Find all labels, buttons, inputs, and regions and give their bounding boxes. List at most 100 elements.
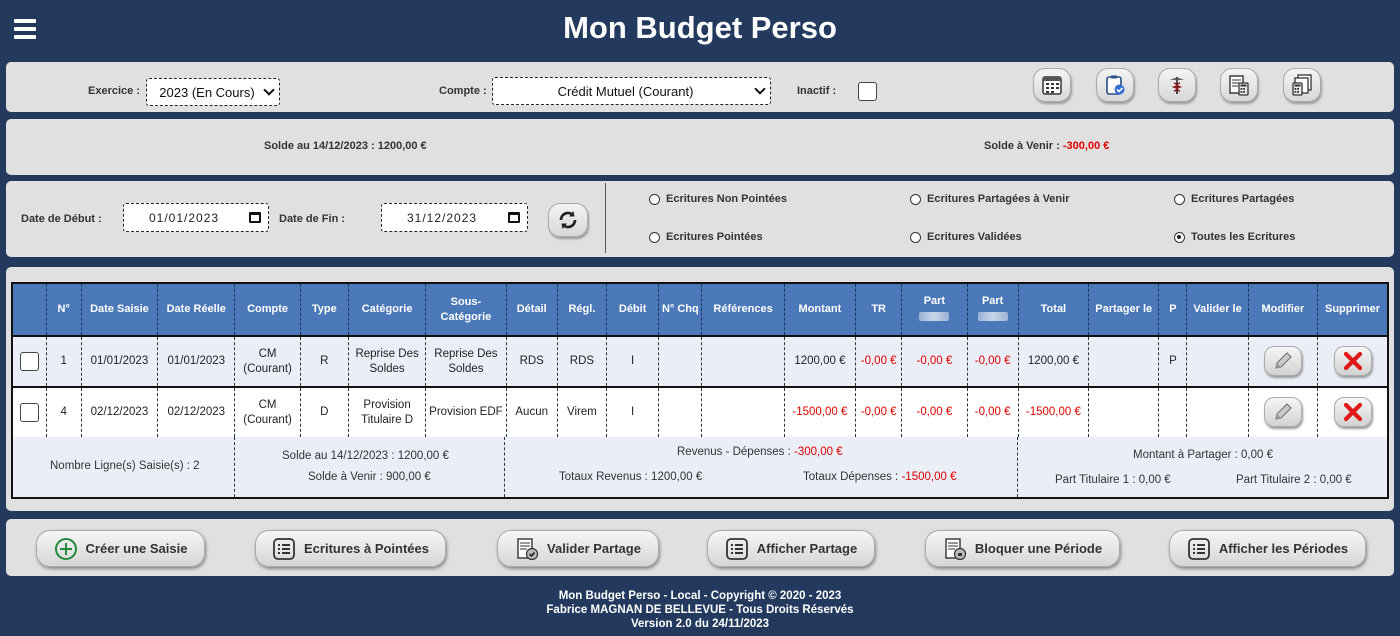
afficher-partage-label: Afficher Partage — [756, 541, 858, 556]
date-fin-input[interactable]: 31/12/2023 — [381, 203, 528, 232]
radio-toutes[interactable]: Toutes les Ecritures — [1174, 231, 1295, 243]
date-debut-input[interactable]: 01/01/2023 — [123, 203, 269, 232]
plus-circle-icon — [54, 537, 77, 560]
caduceus-button[interactable] — [1158, 68, 1196, 102]
cell-chq — [658, 387, 702, 439]
summary-nb-lignes: Nombre Ligne(s) Saisie(s) : 2 — [50, 460, 200, 472]
solde-a-venir-value: -300,00 € — [1062, 140, 1110, 152]
cell-valider-le — [1186, 336, 1249, 388]
radio-label: Ecritures Partagées — [1191, 193, 1295, 205]
summary-totaux-depenses-label: Totaux Dépenses : — [803, 471, 899, 483]
row-select-cell — [10, 387, 47, 439]
date-fin-label: Date de Fin : — [279, 213, 346, 225]
exercice-select[interactable]: 2023 (En Cours) — [146, 78, 280, 106]
delete-button[interactable] — [1333, 397, 1372, 427]
col-header-p: P — [1158, 282, 1187, 337]
date-debut-label: Date de Début : — [21, 213, 102, 225]
summary-totaux-depenses: Totaux Dépenses : -1500,00 € — [803, 471, 956, 483]
table-row: 4 02/12/2023 02/12/2023 CM (Courant) D P… — [10, 387, 1390, 439]
app-title: Mon Budget Perso — [563, 10, 837, 45]
table-row: 1 01/01/2023 01/01/2023 CM (Courant) R R… — [10, 336, 1390, 388]
summary-rev-dep-label: Revenus - Dépenses : — [677, 446, 791, 458]
compte-select[interactable]: Crédit Mutuel (Courant) — [492, 77, 771, 105]
edit-button[interactable] — [1263, 397, 1302, 427]
ecritures-pointees-button[interactable]: Ecritures à Pointées — [255, 530, 446, 567]
summary-part-titulaire-2: Part Titulaire 2 : 0,00 € — [1236, 474, 1352, 486]
date-fin-value: 31/12/2023 — [407, 210, 478, 225]
calendar-icon — [249, 212, 261, 223]
cell-supprimer — [1317, 336, 1390, 388]
caduceus-icon — [1170, 77, 1184, 94]
radio-label: Ecritures Pointées — [666, 231, 763, 243]
cell-date-saisie: 02/12/2023 — [80, 387, 158, 439]
cell-references — [701, 336, 785, 388]
radio-label: Ecritures Non Pointées — [666, 193, 788, 205]
col-header-num: N° — [45, 282, 82, 337]
col-header-compte: Compte — [234, 282, 301, 337]
summary-totaux-block: Revenus - Dépenses : -300,00 € Totaux Re… — [504, 437, 1017, 497]
cell-supprimer — [1317, 387, 1390, 439]
radio-dot — [910, 193, 921, 205]
afficher-periodes-button[interactable]: Afficher les Périodes — [1169, 530, 1366, 567]
cell-tr: -0,00 € — [855, 387, 902, 439]
footer-version: Version 2.0 du 24/11/2023 — [630, 618, 770, 630]
pencil-icon — [1275, 403, 1292, 420]
refresh-button[interactable] — [548, 203, 588, 237]
cell-detail: Aucun — [505, 387, 558, 439]
row-checkbox[interactable] — [19, 352, 39, 371]
calendar-button[interactable] — [1033, 68, 1071, 102]
inactif-checkbox[interactable] — [858, 82, 877, 101]
col-header-debit: Débit — [606, 282, 659, 337]
create-entry-button[interactable]: Créer une Saisie — [36, 530, 205, 567]
list-icon — [725, 537, 748, 560]
clipboard-check-icon — [1106, 75, 1125, 95]
col-header-detail: Détail — [505, 282, 558, 337]
radio-dot — [649, 231, 660, 243]
cell-chq — [658, 336, 702, 388]
close-icon — [1343, 402, 1362, 422]
radio-dot — [1174, 193, 1185, 205]
valider-partage-button[interactable]: Valider Partage — [497, 530, 659, 567]
col-header-tr: TR — [855, 282, 902, 337]
radio-validees[interactable]: Ecritures Validées — [910, 231, 1022, 243]
col-header-references: Références — [701, 282, 785, 337]
cell-compte: CM (Courant) — [234, 336, 301, 388]
clipboard-button[interactable] — [1096, 68, 1134, 102]
radio-dot-selected — [1174, 231, 1185, 243]
radio-dot — [649, 193, 660, 205]
balance-panel: Solde au 14/12/2023 : 1200,00 € Solde à … — [6, 119, 1394, 175]
list-icon — [273, 537, 295, 560]
close-icon — [1343, 351, 1362, 371]
calculator-stack-button[interactable] — [1283, 68, 1321, 102]
calculator-sheet-button[interactable] — [1220, 68, 1258, 102]
col-header-modifier: Modifier — [1247, 282, 1318, 337]
radio-non-pointees[interactable]: Ecritures Non Pointées — [649, 193, 787, 205]
part-2-label: Part — [981, 294, 1004, 307]
cell-categorie: Reprise Des Soldes — [347, 336, 426, 388]
calendar-icon — [508, 212, 520, 223]
radio-pointees[interactable]: Ecritures Pointées — [649, 231, 763, 243]
afficher-partage-button[interactable]: Afficher Partage — [707, 530, 875, 567]
exercice-label: Exercice : — [88, 85, 140, 97]
cell-total: -1500,00 € — [1017, 387, 1089, 439]
cell-type: D — [299, 387, 349, 439]
radio-partagees-a-venir[interactable]: Ecritures Partagées à Venir — [910, 193, 1069, 205]
entries-table: N° Date Saisie Date Réelle Compte Type C… — [10, 282, 1390, 439]
radio-partagees[interactable]: Ecritures Partagées — [1174, 193, 1294, 205]
col-header-date-reelle: Date Réelle — [157, 282, 235, 337]
cell-part-1: -0,00 € — [901, 336, 968, 388]
row-checkbox[interactable] — [19, 403, 39, 422]
validate-document-icon — [517, 537, 539, 560]
cell-part-2: -0,00 € — [966, 387, 1019, 439]
cell-date-saisie: 01/01/2023 — [80, 336, 158, 388]
delete-button[interactable] — [1333, 346, 1372, 376]
solde-a-venir-label: Solde à Venir : — [984, 140, 1060, 152]
col-header-sous-categorie: Sous-Catégorie — [425, 282, 507, 337]
cell-references — [701, 387, 785, 439]
summary-rev-dep-value: -300,00 € — [794, 446, 843, 458]
lock-document-icon — [945, 537, 967, 560]
cell-modifier — [1247, 387, 1318, 439]
bloquer-periode-button[interactable]: Bloquer une Période — [925, 530, 1120, 567]
col-header-valider-le: Valider le — [1186, 282, 1249, 337]
edit-button[interactable] — [1263, 346, 1302, 376]
